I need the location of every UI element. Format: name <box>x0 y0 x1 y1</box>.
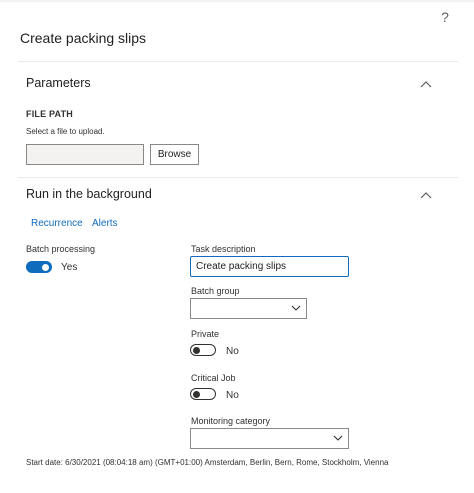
file-path-caption: Select a file to upload. <box>26 127 105 136</box>
private-toggle[interactable] <box>190 344 216 356</box>
private-label: Private <box>191 329 220 339</box>
browse-button[interactable]: Browse <box>150 144 199 165</box>
batch-processing-state: Yes <box>61 262 78 273</box>
start-date-text: Start date: 6/30/2021 (08:04:18 am) (GMT… <box>26 458 389 467</box>
batch-group-select[interactable] <box>190 298 307 319</box>
toggle-knob <box>42 264 49 271</box>
toggle-knob <box>193 391 200 398</box>
chevron-down-icon <box>333 435 343 441</box>
divider <box>18 61 458 62</box>
batch-processing-label: Batch processing <box>26 244 96 254</box>
critical-job-state: No <box>226 390 239 401</box>
recurrence-link[interactable]: Recurrence <box>31 218 83 229</box>
parameters-section-title: Parameters <box>26 76 91 90</box>
toggle-knob <box>193 347 200 354</box>
batch-processing-toggle[interactable] <box>26 261 52 273</box>
critical-job-label: Critical Job <box>191 373 236 383</box>
divider <box>18 177 458 178</box>
chevron-up-icon[interactable] <box>420 80 432 88</box>
background-section-title: Run in the background <box>26 187 152 201</box>
file-path-label: FILE PATH <box>26 109 73 119</box>
parameters-section-header[interactable]: Parameters <box>18 76 458 98</box>
batch-group-label: Batch group <box>191 286 240 296</box>
monitoring-category-label: Monitoring category <box>191 416 271 426</box>
chevron-up-icon[interactable] <box>420 191 432 199</box>
file-path-input[interactable] <box>26 144 144 165</box>
task-description-label: Task description <box>191 244 256 254</box>
chevron-down-icon <box>291 305 301 311</box>
monitoring-category-select[interactable] <box>190 428 349 449</box>
dialog-title: Create packing slips <box>20 30 147 46</box>
alerts-link[interactable]: Alerts <box>92 218 118 229</box>
private-state: No <box>226 346 239 357</box>
task-description-input[interactable]: Create packing slips <box>190 256 349 277</box>
help-icon[interactable]: ? <box>436 8 454 26</box>
critical-job-toggle[interactable] <box>190 388 216 400</box>
top-border <box>0 0 474 2</box>
background-section-header[interactable]: Run in the background <box>18 187 458 209</box>
